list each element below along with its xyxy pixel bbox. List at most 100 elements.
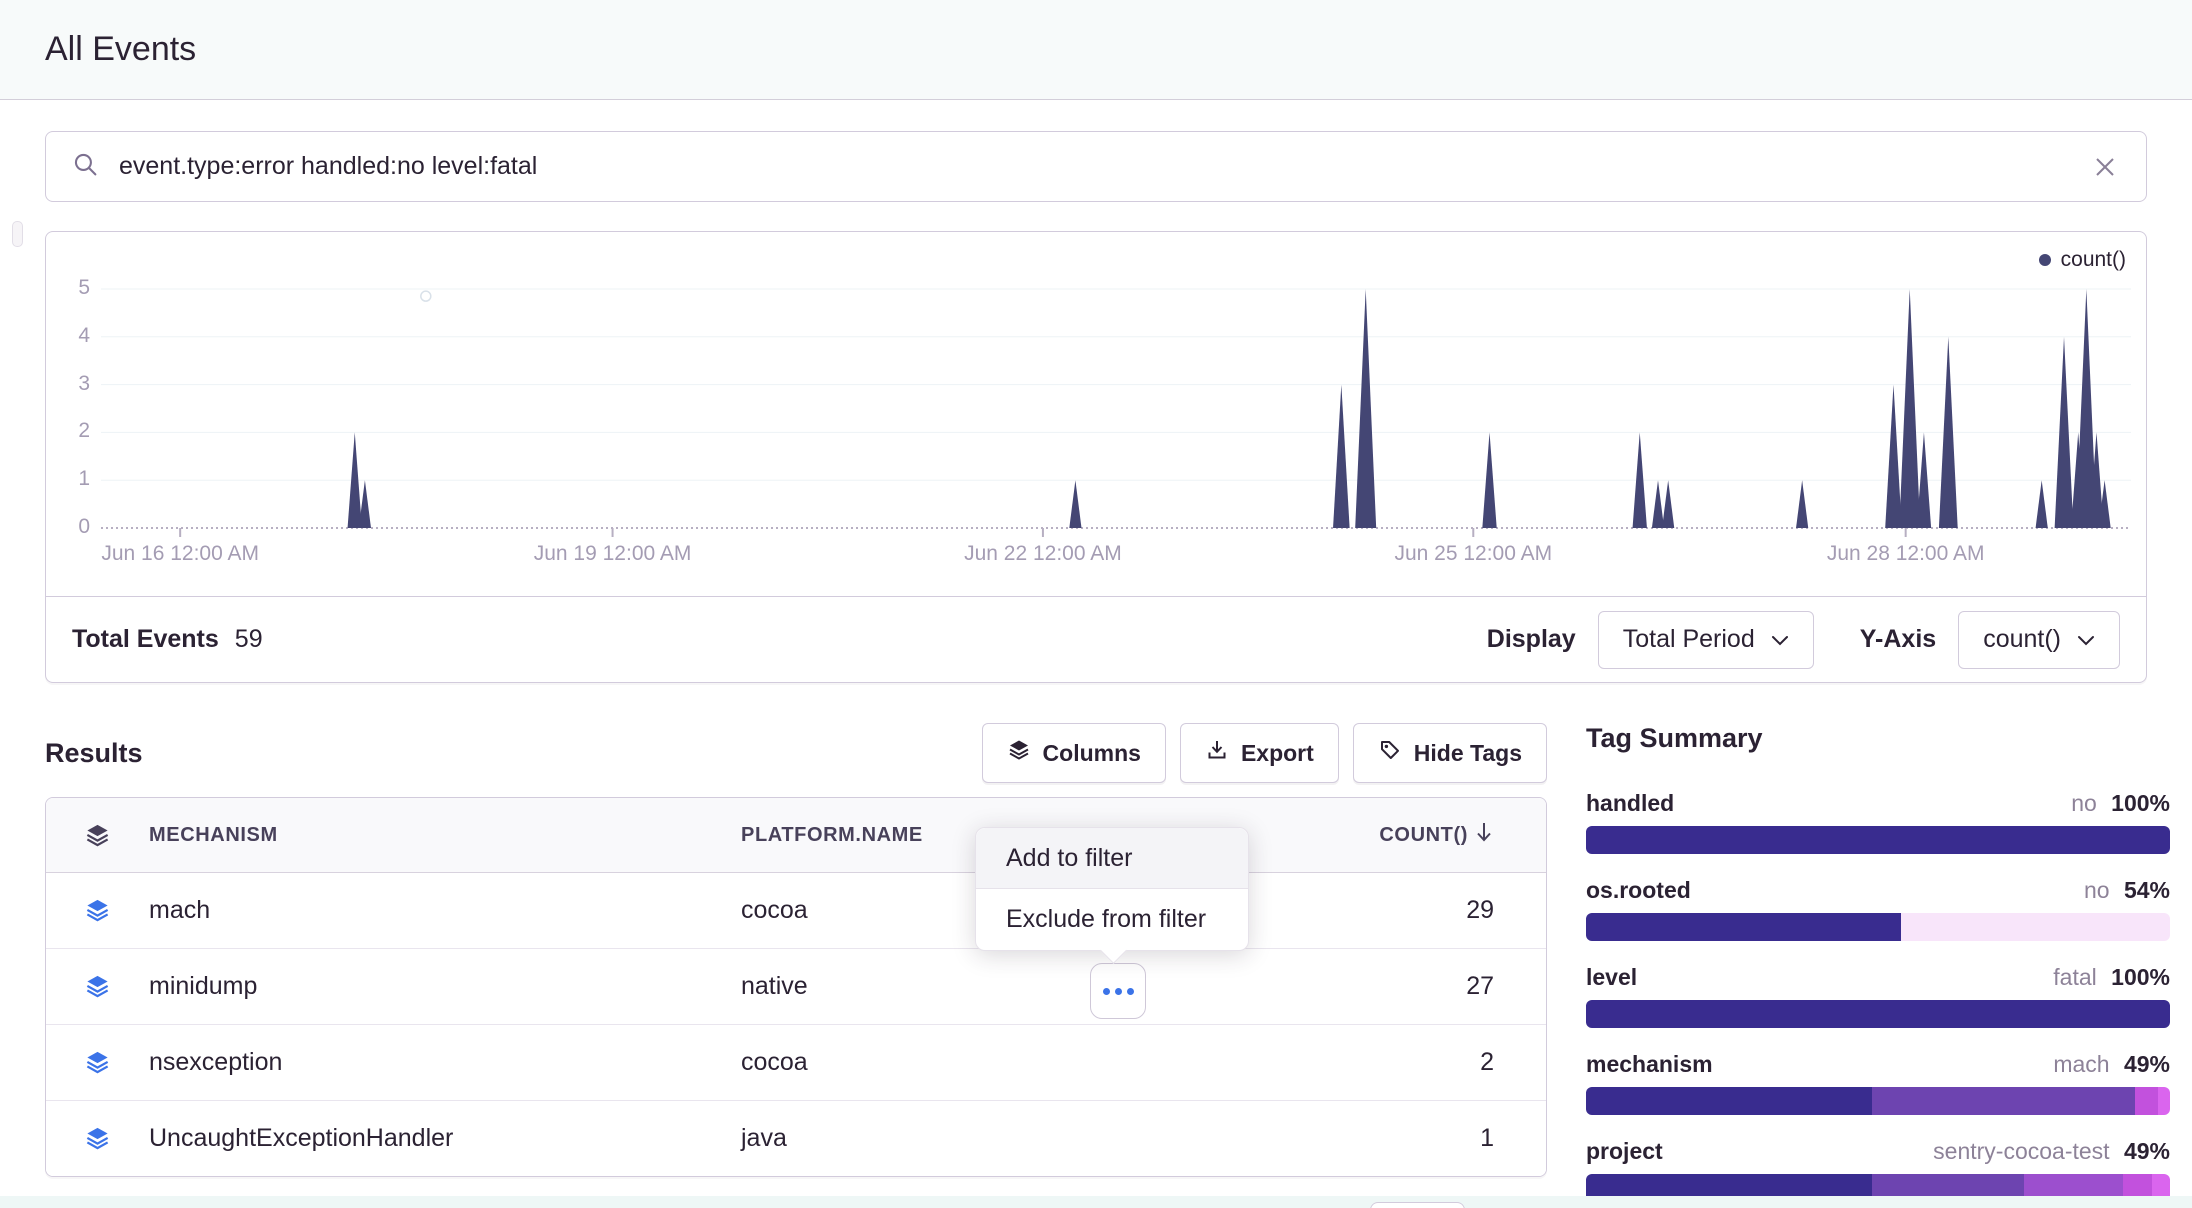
tag-item: os.rootedno 54% [1586,877,2170,941]
search-icon [72,151,99,183]
cell-mechanism: mach [149,896,741,925]
page-title: All Events [45,30,196,69]
legend-dot-icon [2039,254,2051,266]
cell-count: 1 [1358,1124,1521,1153]
table-row[interactable]: UncaughtExceptionHandlerjava1 [46,1101,1546,1176]
display-label: Display [1487,625,1576,654]
yaxis-label: Y-Axis [1860,625,1936,654]
results-title: Results [45,738,143,769]
y-axis-label: 0 [54,515,90,539]
tag-item: project sentry-cocoa-test 49% [1586,1138,2170,1202]
x-axis-label: Jun 19 12:00 AM [534,542,692,566]
table-row[interactable]: minidumpnative27 [46,949,1546,1025]
row-actions-ellipsis-button[interactable] [1090,963,1146,1019]
chart-legend: count() [2039,248,2126,272]
cell-action-menu: Add to filter Exclude from filter [975,827,1249,951]
tag-icon-button[interactable]: Hide Tags [1353,723,1547,783]
tag-top-value: sentry-cocoa-test 49% [1933,1138,2170,1165]
ellipsis-dot [1103,988,1110,995]
tag-bar-segment[interactable] [1586,1000,2170,1028]
columns-button[interactable]: Columns [982,723,1166,783]
table-header: MECHANISM PLATFORM.NAME COUNT() [46,798,1546,873]
tag-bar-segment[interactable] [1586,1087,1872,1115]
page-background-strip [0,1196,2192,1208]
stack-icon[interactable] [46,822,149,849]
results-table: MECHANISM PLATFORM.NAME COUNT() machcoco… [45,797,1547,1177]
all-events-page: All Events count() 012345 Jun 16 12:00 A… [0,0,2192,1208]
ellipsis-dot [1115,988,1122,995]
column-header-count[interactable]: COUNT() [1358,821,1521,849]
x-axis-label: Jun 25 12:00 AM [1394,542,1552,566]
export-button[interactable]: Export [1180,723,1339,783]
yaxis-dropdown[interactable]: count() [1958,611,2120,669]
tag-distribution-bar[interactable] [1586,1000,2170,1028]
y-axis-label: 5 [54,276,90,300]
tag-top-value: fatal 100% [2053,964,2170,991]
tag-bar-segment[interactable] [2135,1087,2158,1115]
tag-label-row: mechanism mach 49% [1586,1051,2170,1078]
y-axis-label: 2 [54,419,90,443]
events-chart-card: count() 012345 Jun 16 12:00 AMJun 19 12:… [45,231,2147,683]
ellipsis-dot [1127,988,1134,995]
tag-name: level [1586,964,1637,991]
tag-distribution-bar[interactable] [1586,913,2170,941]
cell-platform: java [741,1124,1358,1153]
table-row[interactable]: nsexceptioncocoa2 [46,1025,1546,1101]
legend-label: count() [2061,248,2126,272]
display-dropdown[interactable]: Total Period [1598,611,1814,669]
scrollbar-artifact [12,221,23,247]
results-header-row: Results Columns Export Hide Tags [45,723,1547,783]
tag-name: os.rooted [1586,877,1691,904]
tag-name: mechanism [1586,1051,1713,1078]
menu-item-add-to-filter[interactable]: Add to filter [976,828,1248,889]
tag-label-row: level fatal 100% [1586,964,2170,991]
search-input[interactable] [117,151,2090,182]
y-axis-label: 1 [54,467,90,491]
tag-name: handled [1586,790,1674,817]
sort-desc-icon [1474,821,1494,849]
layers-icon [1007,738,1031,768]
cell-mechanism: nsexception [149,1048,741,1077]
cell-mechanism: UncaughtExceptionHandler [149,1124,741,1153]
clear-search-icon[interactable] [2090,152,2120,182]
row-stack-icon [46,897,149,924]
tag-bar-segment[interactable] [1586,826,2170,854]
tag-top-value: mach 49% [2053,1051,2170,1078]
chevron-down-icon [1771,625,1789,654]
page-header: All Events [0,0,2192,100]
tag-summary-panel: Tag Summary handled no 100% os.rootedno 54… [1586,723,2170,1208]
row-stack-icon [46,1049,149,1076]
table-row[interactable]: machcocoa29 [46,873,1546,949]
pagination-button-partial[interactable] [1370,1202,1465,1208]
tag-icon [1378,738,1402,768]
tag-name: project [1586,1138,1663,1165]
tag-label-row: project sentry-cocoa-test 49% [1586,1138,2170,1165]
cell-mechanism: minidump [149,972,741,1001]
events-spike-chart[interactable] [101,279,2131,541]
row-stack-icon [46,1125,149,1152]
tag-bar-segment[interactable] [1872,1087,2135,1115]
cell-count: 29 [1358,896,1521,925]
total-events-label: Total Events [72,625,219,654]
x-axis-label: Jun 16 12:00 AM [101,542,259,566]
cell-platform: cocoa [741,1048,1358,1077]
column-header-mechanism[interactable]: MECHANISM [149,824,741,847]
tag-distribution-bar[interactable] [1586,826,2170,854]
tag-label-row: os.rootedno 54% [1586,877,2170,904]
tag-label-row: handled no 100% [1586,790,2170,817]
tag-bar-segment[interactable] [1901,913,2170,941]
tag-bar-segment[interactable] [1586,913,1901,941]
x-axis-label: Jun 28 12:00 AM [1827,542,1985,566]
tag-distribution-bar[interactable] [1586,1087,2170,1115]
search-bar[interactable] [45,131,2147,202]
row-stack-icon [46,973,149,1000]
cell-count: 27 [1358,972,1521,1001]
tag-top-value: no 100% [2071,790,2170,817]
tag-item: level fatal 100% [1586,964,2170,1028]
tag-item: mechanism mach 49% [1586,1051,2170,1115]
tag-summary-title: Tag Summary [1586,723,2170,754]
x-axis-label: Jun 22 12:00 AM [964,542,1122,566]
cell-platform: native [741,972,1358,1001]
tag-bar-segment[interactable] [2158,1087,2170,1115]
chevron-down-icon [2077,625,2095,654]
